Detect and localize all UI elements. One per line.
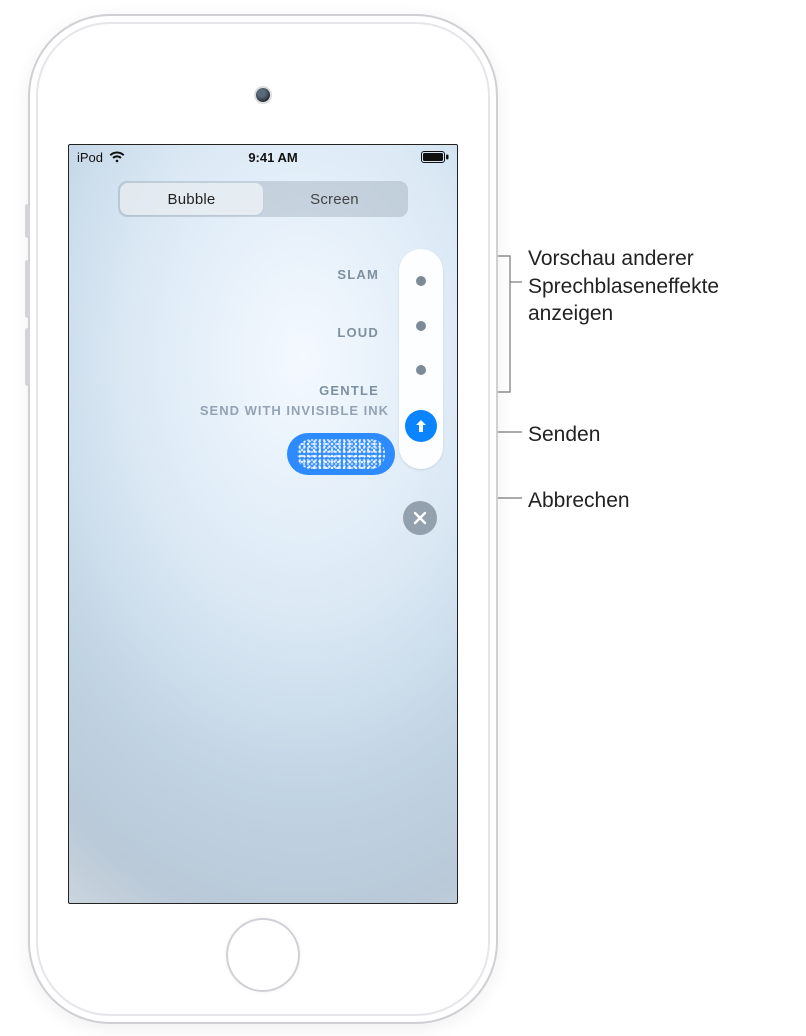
- home-button[interactable]: [226, 918, 300, 992]
- effect-option-slam[interactable]: [416, 276, 426, 286]
- effect-selector: [399, 249, 443, 469]
- status-bar: iPod 9:41 AM: [69, 145, 457, 169]
- front-camera: [256, 88, 270, 102]
- mute-switch: [25, 204, 30, 238]
- effect-option-gentle-label: GENTLE: [319, 383, 379, 398]
- screen: iPod 9:41 AM Bubble Screen SLAM LOUD: [68, 144, 458, 904]
- send-button[interactable]: [405, 410, 437, 442]
- close-icon: [413, 511, 427, 525]
- effect-option-slam-label: SLAM: [337, 267, 379, 282]
- tab-bubble[interactable]: Bubble: [120, 183, 263, 215]
- effect-scope-segmented: Bubble Screen: [118, 181, 408, 217]
- effect-option-gentle[interactable]: [416, 365, 426, 375]
- message-preview-bubble: [287, 433, 395, 475]
- volume-down-button: [25, 328, 30, 386]
- battery-icon: [421, 151, 449, 163]
- callout-send: Senden: [528, 421, 600, 449]
- wifi-icon: [109, 151, 125, 163]
- callout-cancel: Abbrechen: [528, 487, 630, 515]
- effect-active-label: SEND WITH INVISIBLE INK: [200, 403, 389, 418]
- arrow-up-icon: [413, 418, 429, 434]
- tab-screen[interactable]: Screen: [263, 183, 406, 215]
- effect-option-loud-label: LOUD: [337, 325, 379, 340]
- invisible-ink-effect: [297, 439, 385, 469]
- device-frame: iPod 9:41 AM Bubble Screen SLAM LOUD: [30, 16, 496, 1022]
- clock: 9:41 AM: [248, 150, 297, 165]
- cancel-button[interactable]: [403, 501, 437, 535]
- volume-up-button: [25, 260, 30, 318]
- device-label: iPod: [77, 150, 103, 165]
- tab-screen-label: Screen: [310, 191, 359, 208]
- effect-option-loud[interactable]: [416, 321, 426, 331]
- tab-bubble-label: Bubble: [168, 191, 216, 208]
- callout-preview-effects: Vorschau anderer Sprechblaseneffekte anz…: [528, 245, 798, 328]
